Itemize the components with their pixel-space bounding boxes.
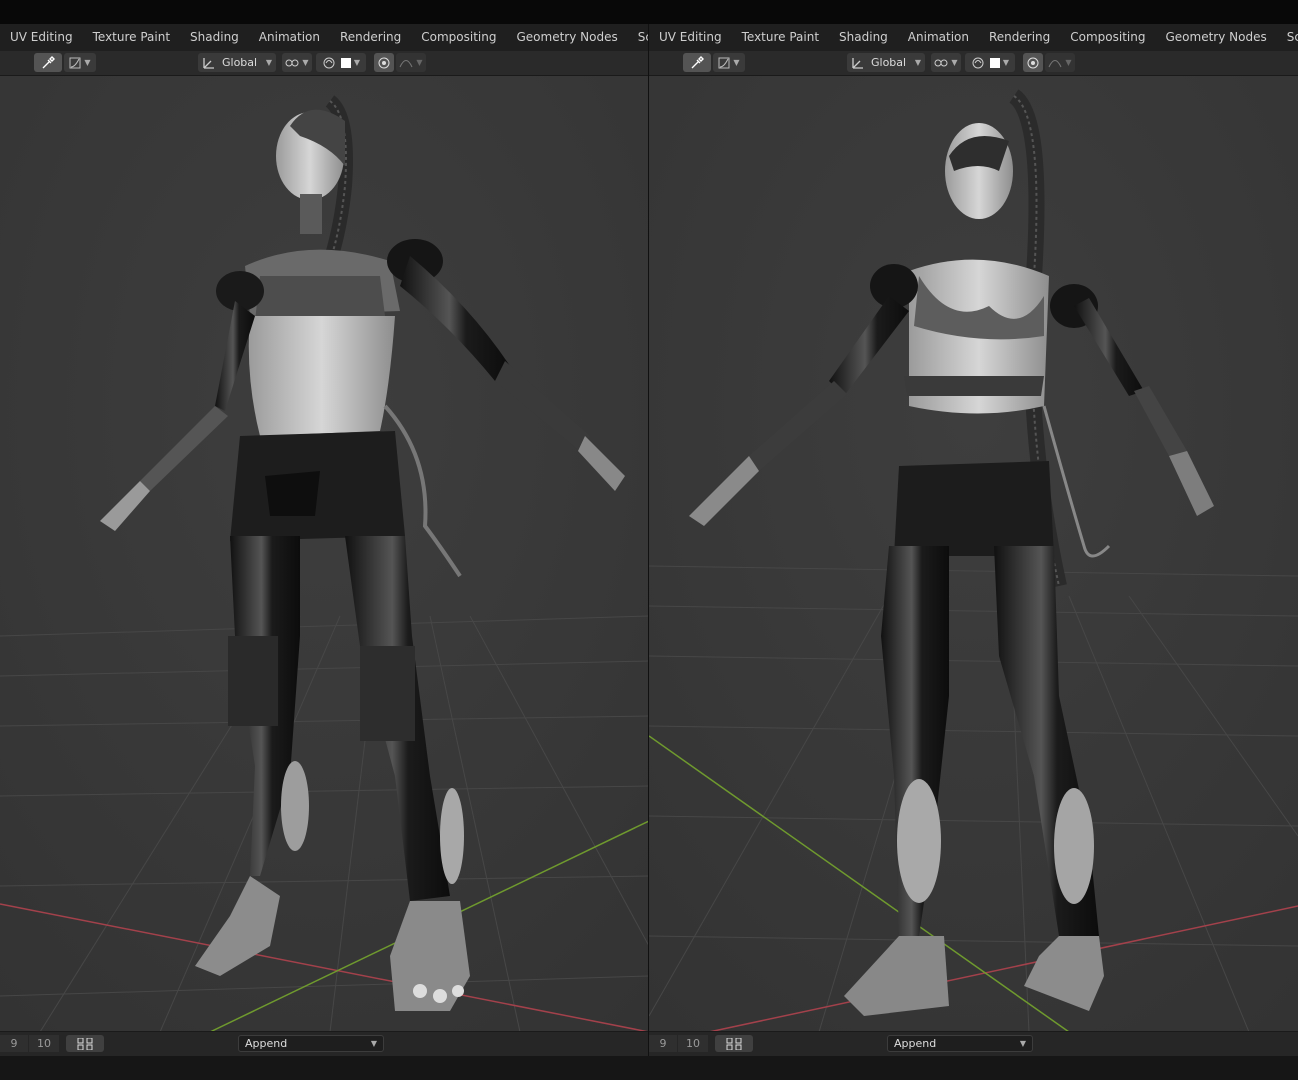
chevron-down-icon: ▼: [265, 58, 272, 67]
grid-view-button[interactable]: [66, 1035, 104, 1052]
curve-button[interactable]: ▼: [713, 53, 745, 72]
append-label: Append: [894, 1037, 937, 1050]
transform-orientation-icon: [852, 57, 863, 69]
falloff-icon: [399, 59, 413, 67]
proportional-edit-icon: [378, 57, 390, 68]
append-label: Append: [245, 1037, 288, 1050]
eyedropper-button[interactable]: [34, 53, 62, 72]
grid-view-icon: [726, 1037, 742, 1050]
curve-icon: [718, 57, 730, 68]
grid-view-icon: [77, 1037, 93, 1050]
frame-number-10[interactable]: 10: [29, 1035, 59, 1052]
frame-number-9[interactable]: 9: [0, 1035, 28, 1052]
3d-viewport-back[interactable]: [649, 76, 1298, 1032]
tab-compositing[interactable]: Compositing: [411, 24, 506, 51]
workspace-tabs: UV Editing Texture Paint Shading Animati…: [649, 24, 1298, 52]
3d-viewport-front[interactable]: [0, 76, 649, 1032]
tab-uv-editing[interactable]: UV Editing: [649, 24, 732, 51]
viewport-footer: 9 10 Append ▼: [649, 1031, 1298, 1056]
tab-scripting[interactable]: Scripting: [628, 24, 649, 51]
chevron-down-icon: ▼: [733, 58, 740, 67]
link-icon: [285, 59, 299, 66]
eyedropper-icon: [691, 55, 704, 68]
proportional-edit-button[interactable]: [1023, 53, 1043, 72]
tab-geometry-nodes[interactable]: Geometry Nodes: [506, 24, 627, 51]
viewport-header: ▼ Global ▼ ▼ ▼ ▼: [649, 51, 1298, 76]
tab-animation[interactable]: Animation: [249, 24, 330, 51]
tab-shading[interactable]: Shading: [829, 24, 898, 51]
tab-animation[interactable]: Animation: [898, 24, 979, 51]
chevron-down-icon: ▼: [84, 58, 91, 67]
eyedropper-icon: [42, 55, 55, 68]
tab-scripting[interactable]: Scripting: [1277, 24, 1298, 51]
tab-uv-editing[interactable]: UV Editing: [0, 24, 83, 51]
curve-icon: [69, 57, 81, 68]
eyedropper-button[interactable]: [683, 53, 711, 72]
chevron-down-icon: ▼: [1002, 58, 1010, 67]
falloff-button[interactable]: ▼: [1045, 53, 1075, 72]
tab-geometry-nodes[interactable]: Geometry Nodes: [1155, 24, 1276, 51]
chevron-down-icon: ▼: [951, 58, 958, 67]
chevron-down-icon: ▼: [353, 58, 361, 67]
color-swatch-icon: [989, 57, 1000, 68]
right-editor: UV Editing Texture Paint Shading Animati…: [649, 24, 1298, 1056]
viewport-header: ▼ Global ▼ ▼ ▼ ▼: [0, 51, 649, 76]
viewport-scene-back: [649, 76, 1298, 1032]
snap-icon: [972, 57, 984, 68]
proportional-edit-button[interactable]: [374, 53, 394, 72]
tab-rendering[interactable]: Rendering: [330, 24, 411, 51]
curve-button[interactable]: ▼: [64, 53, 96, 72]
falloff-button[interactable]: ▼: [396, 53, 426, 72]
workspace-tabs: UV Editing Texture Paint Shading Animati…: [0, 24, 649, 52]
color-swatch-icon: [340, 57, 351, 68]
append-select[interactable]: Append ▼: [887, 1035, 1033, 1052]
append-select[interactable]: Append ▼: [238, 1035, 384, 1052]
chevron-down-icon: ▼: [370, 1039, 377, 1048]
left-editor: UV Editing Texture Paint Shading Animati…: [0, 24, 649, 1056]
pivot-button[interactable]: ▼: [931, 53, 961, 72]
transform-orientation-icon: [203, 57, 214, 69]
viewport-scene-front: [0, 76, 649, 1032]
frame-number-9[interactable]: 9: [649, 1035, 677, 1052]
tab-texture-paint[interactable]: Texture Paint: [83, 24, 180, 51]
transform-orientation-select[interactable]: Global ▼: [847, 53, 925, 72]
chevron-down-icon: ▼: [1019, 1039, 1026, 1048]
snap-button[interactable]: ▼: [316, 53, 366, 72]
link-icon: [934, 59, 948, 66]
snap-icon: [323, 57, 335, 68]
transform-orientation-label: Global: [222, 56, 258, 69]
grid-view-button[interactable]: [715, 1035, 753, 1052]
top-menu-bar: [0, 0, 1298, 24]
tab-compositing[interactable]: Compositing: [1060, 24, 1155, 51]
status-bar: [0, 1056, 1298, 1080]
pivot-button[interactable]: ▼: [282, 53, 312, 72]
tab-rendering[interactable]: Rendering: [979, 24, 1060, 51]
viewport-footer: 9 10 Append ▼: [0, 1031, 649, 1056]
proportional-edit-icon: [1027, 57, 1039, 68]
chevron-down-icon: ▼: [416, 58, 423, 67]
transform-orientation-label: Global: [871, 56, 907, 69]
chevron-down-icon: ▼: [1065, 58, 1072, 67]
frame-number-10[interactable]: 10: [678, 1035, 708, 1052]
chevron-down-icon: ▼: [914, 58, 921, 67]
chevron-down-icon: ▼: [302, 58, 309, 67]
tab-texture-paint[interactable]: Texture Paint: [732, 24, 829, 51]
snap-button[interactable]: ▼: [965, 53, 1015, 72]
falloff-icon: [1048, 59, 1062, 67]
tab-shading[interactable]: Shading: [180, 24, 249, 51]
transform-orientation-select[interactable]: Global ▼: [198, 53, 276, 72]
